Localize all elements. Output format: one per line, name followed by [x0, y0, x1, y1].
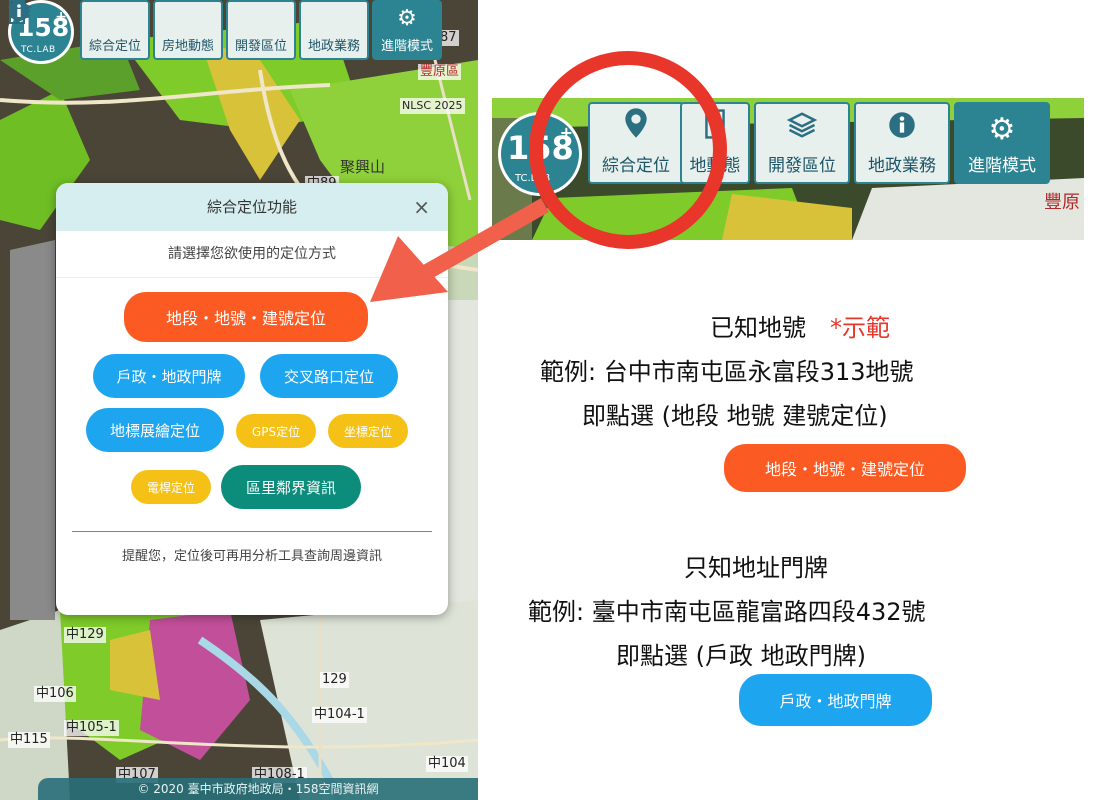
case1-example: 範例: 台中市南屯區永富段313地號	[540, 358, 914, 386]
highlight-circle	[529, 51, 727, 249]
pointer-arrow-shaft	[416, 198, 549, 283]
example-parcel-button[interactable]: 地段・地號・建號定位	[724, 444, 966, 492]
case1-action: 即點選 (地段 地號 建號定位)	[582, 402, 888, 430]
case1-title: 已知地號	[710, 314, 806, 342]
case2-title: 只知地址門牌	[684, 554, 828, 582]
case2-action: 即點選 (戶政 地政門牌)	[616, 642, 866, 670]
case2-example: 範例: 臺中市南屯區龍富路四段432號	[528, 598, 926, 626]
demo-tag: *示範	[830, 314, 890, 342]
example-household-button[interactable]: 戶政・地政門牌	[739, 674, 932, 726]
annotation-overlay	[370, 51, 727, 302]
case1-title-line: 已知地號 *示範	[710, 308, 890, 343]
